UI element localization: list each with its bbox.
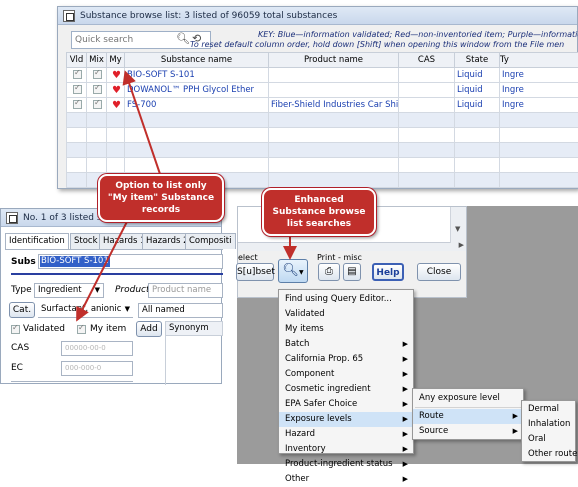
chevron-right-icon: ▶: [403, 472, 408, 487]
my-item-callout: Option to list only "My item" Substance …: [98, 174, 224, 222]
menu-item-other[interactable]: Other ▶: [279, 472, 413, 487]
arrow-to-heart: [126, 74, 160, 174]
enhanced-search-callout: Enhanced Substance browse list searches: [262, 188, 376, 236]
menu-item-label: Other: [285, 474, 309, 484]
